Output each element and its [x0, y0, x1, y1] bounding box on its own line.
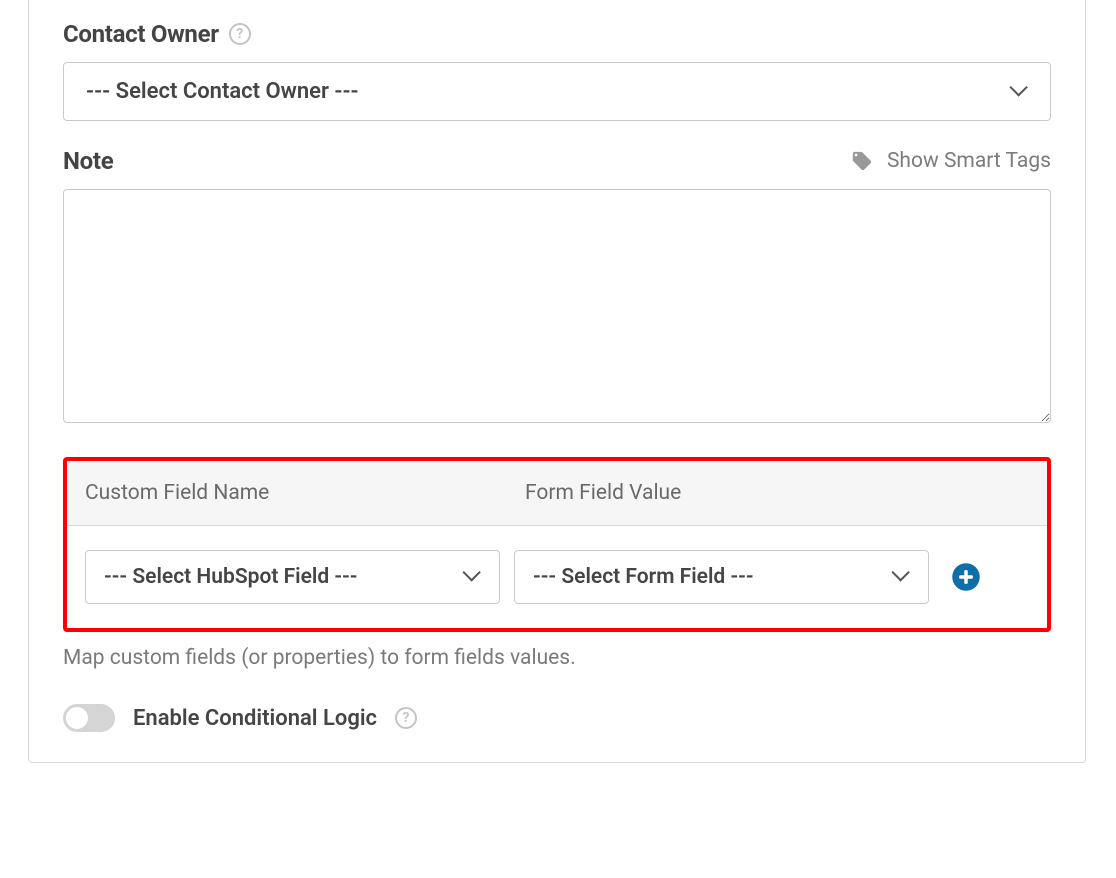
- help-icon[interactable]: ?: [395, 707, 417, 729]
- custom-field-mapping-box: Custom Field Name Form Field Value --- S…: [63, 457, 1051, 632]
- note-textarea[interactable]: [63, 189, 1051, 423]
- chevron-down-icon: [892, 568, 910, 586]
- col-header-field-value: Form Field Value: [507, 461, 1047, 525]
- conditional-logic-toggle[interactable]: [63, 704, 115, 732]
- show-smart-tags-button[interactable]: Show Smart Tags: [851, 149, 1051, 173]
- mapping-helper-text: Map custom fields (or properties) to for…: [63, 646, 1051, 670]
- note-section: Note Show Smart Tags: [63, 147, 1051, 427]
- note-label: Note: [63, 147, 113, 175]
- col-header-field-name: Custom Field Name: [67, 461, 507, 525]
- contact-owner-label-group: Contact Owner ?: [63, 20, 251, 48]
- contact-owner-select-text: --- Select Contact Owner ---: [86, 79, 359, 104]
- hubspot-field-select-text: --- Select HubSpot Field ---: [104, 565, 358, 589]
- conditional-logic-label: Enable Conditional Logic: [133, 706, 377, 731]
- chevron-down-icon: [463, 568, 481, 586]
- contact-owner-label-row: Contact Owner ?: [63, 20, 1051, 48]
- add-row-icon[interactable]: [951, 562, 981, 592]
- form-field-select-text: --- Select Form Field ---: [533, 565, 754, 589]
- contact-owner-select[interactable]: --- Select Contact Owner ---: [63, 62, 1051, 121]
- smart-tags-label: Show Smart Tags: [887, 149, 1051, 173]
- toggle-knob: [66, 707, 88, 729]
- mapping-header: Custom Field Name Form Field Value: [67, 461, 1047, 526]
- tag-icon: [851, 150, 873, 172]
- conditional-logic-row: Enable Conditional Logic ?: [63, 704, 1051, 732]
- chevron-down-icon: [1010, 83, 1028, 101]
- mapping-row: --- Select HubSpot Field --- --- Select …: [67, 526, 1047, 628]
- contact-owner-section: Contact Owner ? --- Select Contact Owner…: [63, 20, 1051, 121]
- form-field-select[interactable]: --- Select Form Field ---: [514, 550, 929, 604]
- hubspot-field-select[interactable]: --- Select HubSpot Field ---: [85, 550, 500, 604]
- contact-owner-label: Contact Owner: [63, 20, 219, 48]
- settings-panel: Contact Owner ? --- Select Contact Owner…: [28, 0, 1086, 763]
- help-icon[interactable]: ?: [229, 23, 251, 45]
- note-label-row: Note Show Smart Tags: [63, 147, 1051, 175]
- note-label-group: Note: [63, 147, 113, 175]
